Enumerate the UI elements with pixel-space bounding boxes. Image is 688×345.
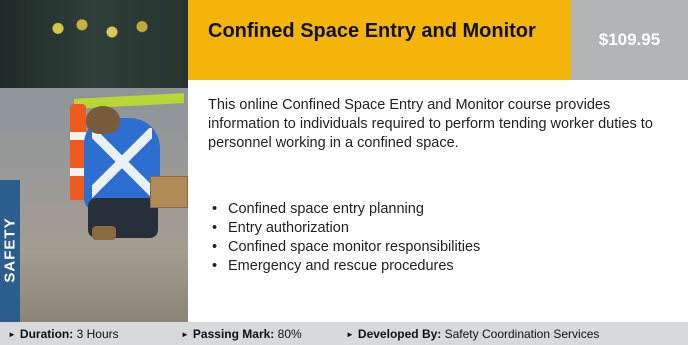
flower-planters xyxy=(40,14,160,50)
triangle-right-icon: ► xyxy=(181,330,189,339)
safety-vest-stripes xyxy=(92,128,152,198)
title-bar: Confined Space Entry and Monitor xyxy=(188,0,571,80)
price-bar: $109.95 xyxy=(571,0,688,80)
course-photo xyxy=(0,0,188,322)
duration-label: Duration: xyxy=(19,327,74,341)
course-card: SAFETY Confined Space Entry and Monitor … xyxy=(0,0,688,345)
topic-item: Confined space entry planning xyxy=(212,200,684,219)
passing-mark-label: Passing Mark: xyxy=(192,327,275,341)
duration-value: 3 Hours xyxy=(76,327,119,341)
developer-value: Safety Coordination Services xyxy=(444,327,600,341)
triangle-right-icon: ► xyxy=(8,330,16,339)
course-title[interactable]: Confined Space Entry and Monitor xyxy=(208,21,548,41)
developer-label: Developed By: xyxy=(357,327,442,341)
course-meta-footer: ► Duration: 3 Hours ► Passing Mark: 80% ► D… xyxy=(0,322,688,345)
developer-meta: ► Developed By: Safety Coordination Servi… xyxy=(346,327,599,341)
topic-item: Emergency and rescue procedures xyxy=(212,257,684,276)
triangle-right-icon: ► xyxy=(346,330,354,339)
worker-boot xyxy=(92,226,116,240)
worker-head xyxy=(86,106,120,134)
passing-mark-meta: ► Passing Mark: 80% xyxy=(181,327,302,341)
course-description: This online Confined Space Entry and Mon… xyxy=(208,97,653,151)
topic-item: Confined space monitor responsibilities xyxy=(212,238,684,257)
course-price: $109.95 xyxy=(598,30,661,49)
category-label: SAFETY xyxy=(1,217,19,283)
passing-mark-value: 80% xyxy=(277,327,302,341)
topic-item: Entry authorization xyxy=(212,219,684,238)
equipment-box xyxy=(150,176,188,208)
topic-list: Confined space entry planning Entry auth… xyxy=(208,200,684,276)
duration-meta: ► Duration: 3 Hours xyxy=(8,327,119,341)
